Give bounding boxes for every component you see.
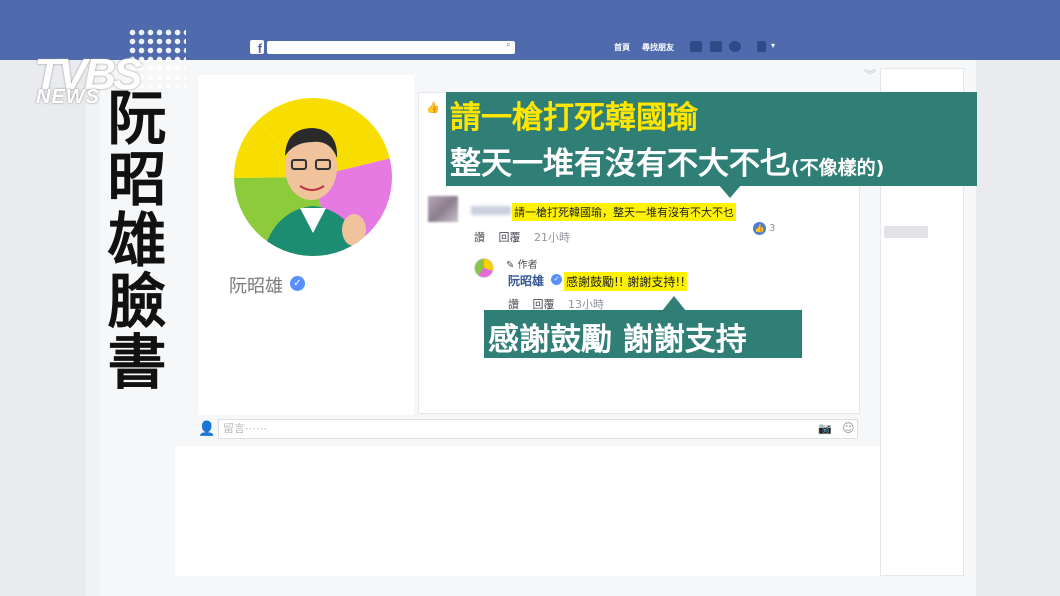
comment-like-count[interactable]: 👍 3 [753, 222, 775, 235]
lock-icon[interactable] [757, 41, 766, 52]
callout-comment-line2: 整天一堆有沒有不大不乜(不像樣的) [450, 146, 885, 182]
user-icon: 👤 [198, 421, 216, 437]
author-tag: ✎ 作者 [506, 260, 538, 271]
chevron-down-icon[interactable]: ▾ [771, 41, 778, 52]
callout-comment-line1: 請一槍打死韓國瑜 [450, 100, 698, 136]
like-icon[interactable]: 👍 [426, 101, 440, 114]
search-icon[interactable]: ⌕ [506, 40, 511, 50]
profile-avatar[interactable] [234, 98, 392, 256]
reply-text: 感謝鼓勵!! 謝謝支持!! [564, 272, 688, 291]
facebook-logo-icon[interactable]: f [250, 40, 264, 56]
verified-badge-icon: ✓ [551, 274, 562, 285]
tvbs-news-logo: NEWS [36, 86, 100, 108]
feed-card [175, 446, 880, 576]
chevron-down-icon[interactable]: ︾ [864, 66, 876, 83]
comment-callout: 請一槍打死韓國瑜 整天一堆有沒有不大不乜(不像樣的) [446, 92, 977, 186]
verified-badge-icon: ✓ [290, 276, 305, 291]
nav-home[interactable]: 首頁 [614, 42, 630, 53]
reply-author-name[interactable]: 阮昭雄 [508, 272, 544, 289]
notifications-icon[interactable] [729, 41, 741, 52]
thumbs-up-icon: 👍 [753, 222, 766, 235]
overlay-title: 阮 昭 雄 臉 書 [107, 84, 167, 397]
commenter-avatar[interactable] [428, 196, 458, 222]
search-input[interactable]: ⌕ [267, 40, 515, 54]
comment-composer: 👤 留言⋯⋯ 📷 ☺ [198, 419, 860, 439]
comment-timestamp[interactable]: 21小時 [534, 231, 570, 244]
pencil-icon: ✎ [506, 260, 515, 271]
comment-like-link[interactable]: 讚 [474, 231, 485, 244]
reply-author-avatar[interactable] [474, 258, 494, 278]
friend-requests-icon[interactable] [690, 41, 702, 52]
left-margin [86, 60, 100, 596]
callout-note: (不像樣的) [791, 157, 885, 179]
callout-reply-text: 感謝鼓勵 謝謝支持 [488, 322, 747, 358]
camera-icon[interactable]: 📷 [818, 422, 832, 435]
messages-icon[interactable] [710, 41, 722, 52]
comment-reply-link[interactable]: 回覆 [499, 231, 521, 244]
comment-actions: 讚 回覆 21小時 [474, 229, 580, 245]
callout-pointer [662, 296, 686, 311]
callout-pointer [718, 184, 742, 198]
sidebar-placeholder [884, 226, 928, 238]
profile-name[interactable]: 阮昭雄 [229, 272, 283, 298]
comment-input[interactable]: 留言⋯⋯ [218, 419, 858, 439]
comment-text: 請一槍打死韓國瑜，整天一堆有沒有不大不乜 [512, 203, 736, 221]
emoji-icon[interactable]: ☺ [842, 421, 855, 435]
commenter-name-blurred[interactable] [471, 206, 511, 215]
nav-find-friends[interactable]: 尋找朋友 [642, 42, 674, 53]
reply-callout: 感謝鼓勵 謝謝支持 [484, 310, 802, 358]
